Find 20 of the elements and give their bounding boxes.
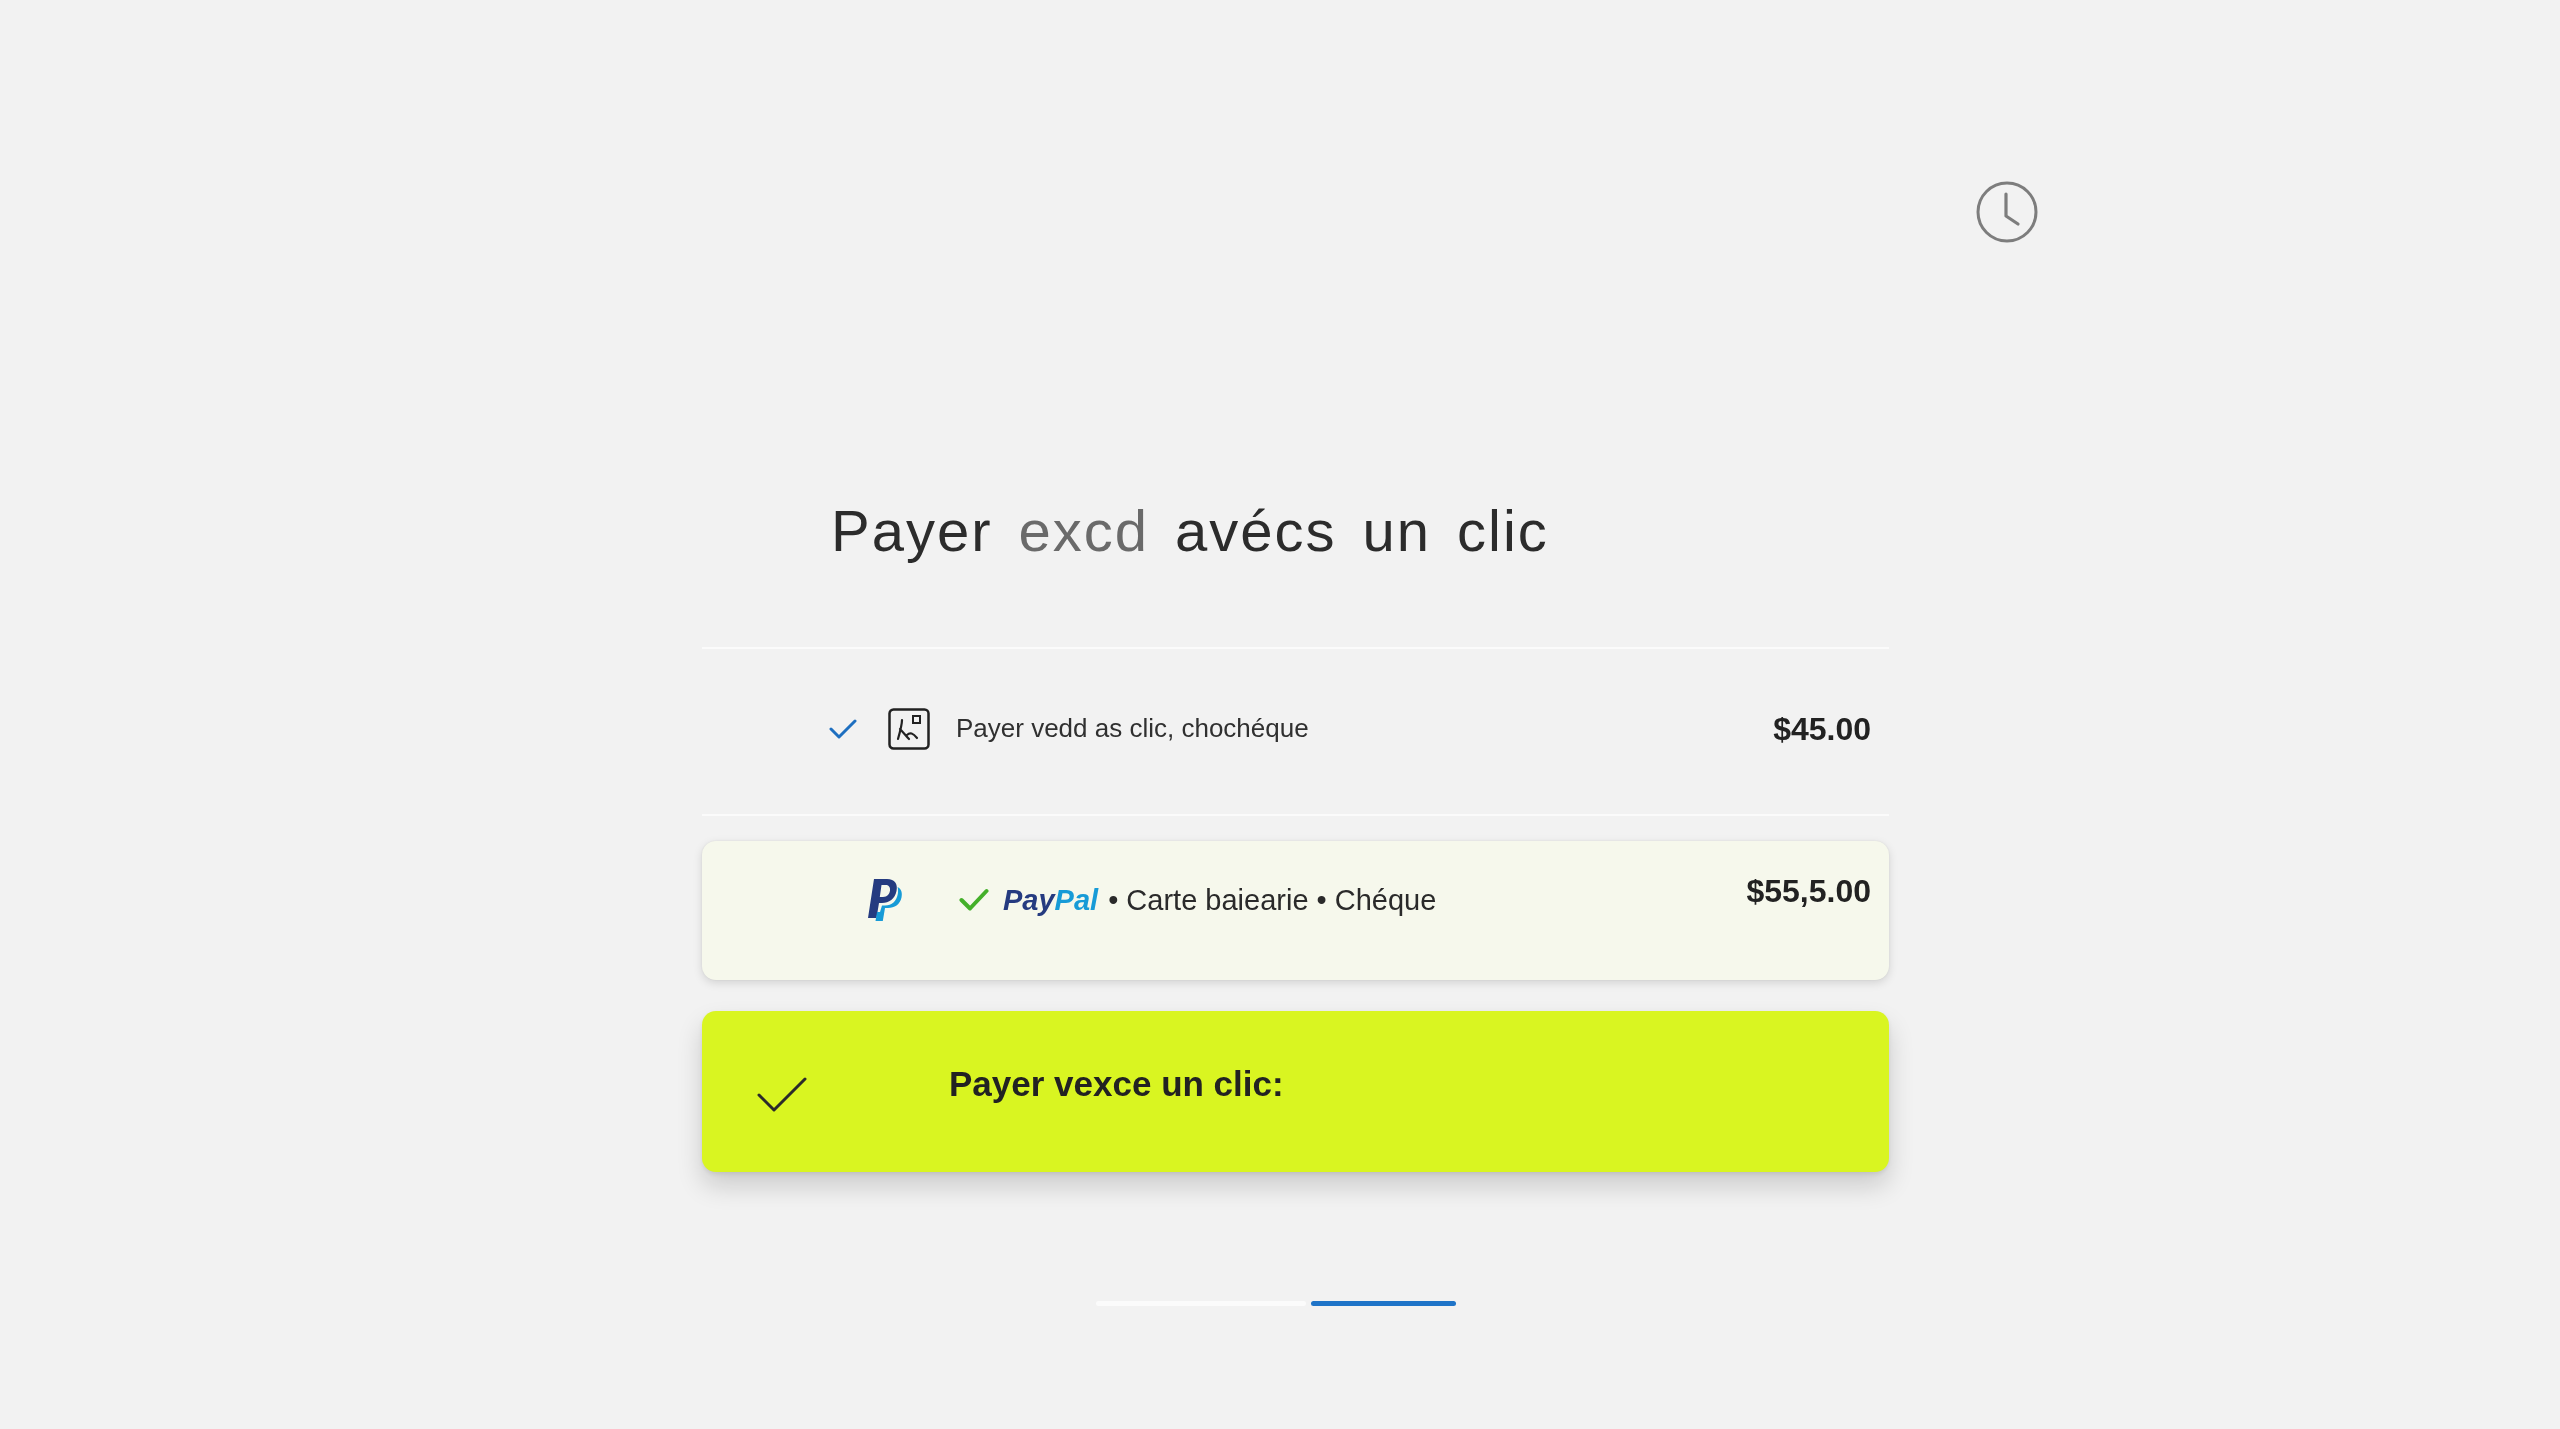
payment-option[interactable]: PayPal • Carte baiearie • Chéque $55,5.00 bbox=[702, 841, 1889, 980]
payment-option[interactable]: Payer vedd as clic, chochéque $45.00 bbox=[702, 647, 1889, 816]
option-label: Payer vedd as clic, chochéque bbox=[956, 713, 1309, 744]
check-icon bbox=[829, 718, 857, 739]
check-icon bbox=[959, 888, 989, 912]
title-word: clic bbox=[1457, 497, 1549, 565]
option-price: $55,5.00 bbox=[1746, 872, 1871, 911]
title-word: Payer bbox=[831, 497, 993, 565]
framed-glyph-icon bbox=[888, 707, 930, 750]
pay-button[interactable]: Payer vexce un clic: bbox=[702, 1011, 1889, 1172]
title-word: excd bbox=[1018, 497, 1150, 565]
option-detail: • Carte baiearie • Chéque bbox=[1108, 883, 1437, 917]
title-word: un bbox=[1362, 497, 1432, 565]
check-icon bbox=[757, 1076, 807, 1113]
title-word: avécs bbox=[1175, 497, 1337, 565]
clock-icon[interactable] bbox=[1976, 181, 2038, 243]
brand-name: PayPal bbox=[1003, 883, 1099, 917]
p-logo-icon bbox=[867, 878, 903, 922]
step-segment[interactable] bbox=[1311, 1301, 1456, 1306]
option-price: $45.00 bbox=[1773, 709, 1871, 749]
